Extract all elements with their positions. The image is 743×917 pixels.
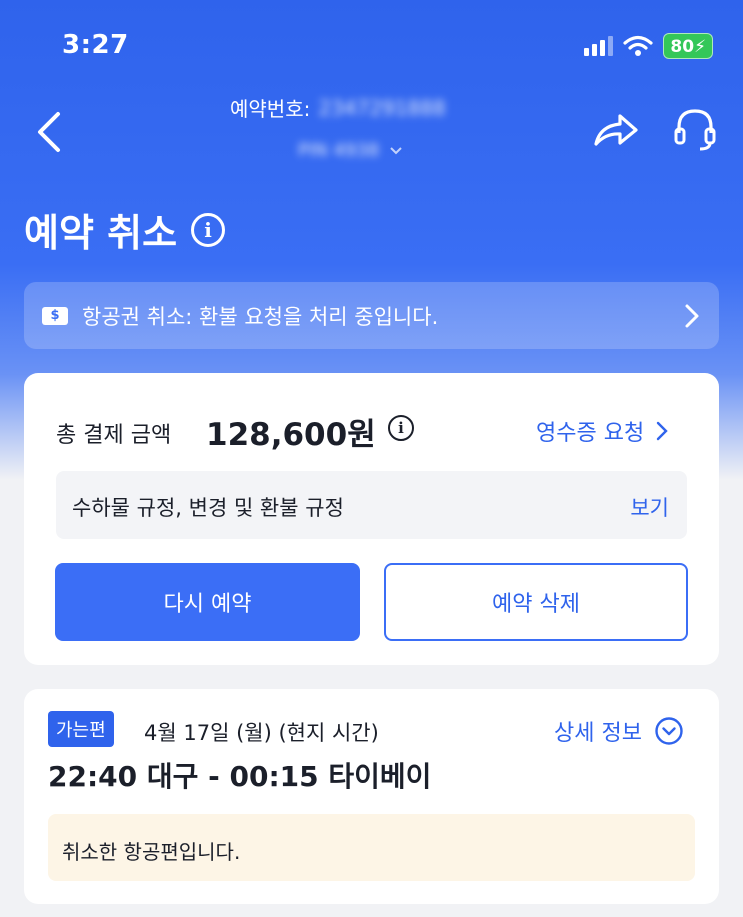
battery-indicator: 80⚡ <box>663 33 713 59</box>
total-payment-amount: 128,600원 <box>206 417 376 453</box>
ticket-icon: $ <box>42 306 68 325</box>
share-icon[interactable] <box>592 110 640 150</box>
pin-dropdown[interactable]: PIN 4938 <box>298 140 403 161</box>
cancelled-flight-text: 취소한 항공편입니다. <box>62 840 241 864</box>
page-title: 예약 취소 i <box>24 202 226 257</box>
battery-level: 80 <box>670 37 695 57</box>
customer-support-icon[interactable] <box>672 105 718 153</box>
delete-booking-button[interactable]: 예약 삭제 <box>384 563 688 641</box>
back-icon[interactable] <box>30 108 70 156</box>
chevron-right-icon <box>657 421 668 441</box>
flight-details-label: 상세 정보 <box>554 721 642 746</box>
status-time: 3:27 <box>62 30 129 60</box>
flight-date: 4월 17일 (월) (현지 시간) <box>144 721 379 745</box>
charging-icon: ⚡ <box>694 37 706 57</box>
request-receipt-label: 영수증 요청 <box>536 421 645 446</box>
flight-route: 22:40 대구 - 00:15 타이베이 <box>48 760 432 793</box>
booking-number-label: 예약번호: <box>230 97 311 121</box>
signal-icon <box>584 36 614 56</box>
refund-notice-text: 항공권 취소: 환불 요청을 처리 중입니다. <box>82 304 439 329</box>
booking-number-value: 2347291888 <box>318 95 446 120</box>
status-icons: 80⚡ <box>584 33 713 59</box>
payment-info-icon[interactable]: i <box>388 415 414 441</box>
flight-card: 가는편 4월 17일 (월) (현지 시간) 상세 정보 22:40 대구 - … <box>24 689 719 904</box>
fare-rules-label: 수하물 규정, 변경 및 환불 규정 <box>72 496 344 520</box>
direction-badge: 가는편 <box>48 711 114 747</box>
info-icon[interactable]: i <box>191 212 226 247</box>
page-title-text: 예약 취소 <box>24 211 178 255</box>
payment-card: 총 결제 금액 128,600원 i 영수증 요청 수하물 규정, 변경 및 환… <box>24 373 719 665</box>
fare-rules-row[interactable]: 수하물 규정, 변경 및 환불 규정 보기 <box>56 471 687 539</box>
chevron-right-icon <box>685 304 699 327</box>
total-payment-label: 총 결제 금액 <box>56 423 172 448</box>
wifi-icon <box>623 35 653 56</box>
flight-details-link[interactable]: 상세 정보 <box>554 715 684 747</box>
cancelled-flight-notice: 취소한 항공편입니다. <box>48 814 695 881</box>
booking-number: 예약번호: 2347291888 <box>230 93 446 122</box>
pin-value: PIN 4938 <box>298 140 380 161</box>
chevron-down-icon <box>390 146 402 154</box>
chevron-down-circle-icon <box>655 717 683 745</box>
rebook-button[interactable]: 다시 예약 <box>55 563 360 641</box>
view-rules-link[interactable]: 보기 <box>630 492 669 522</box>
request-receipt-link[interactable]: 영수증 요청 <box>536 415 668 447</box>
refund-notice-bar[interactable]: $ 항공권 취소: 환불 요청을 처리 중입니다. <box>24 282 719 349</box>
